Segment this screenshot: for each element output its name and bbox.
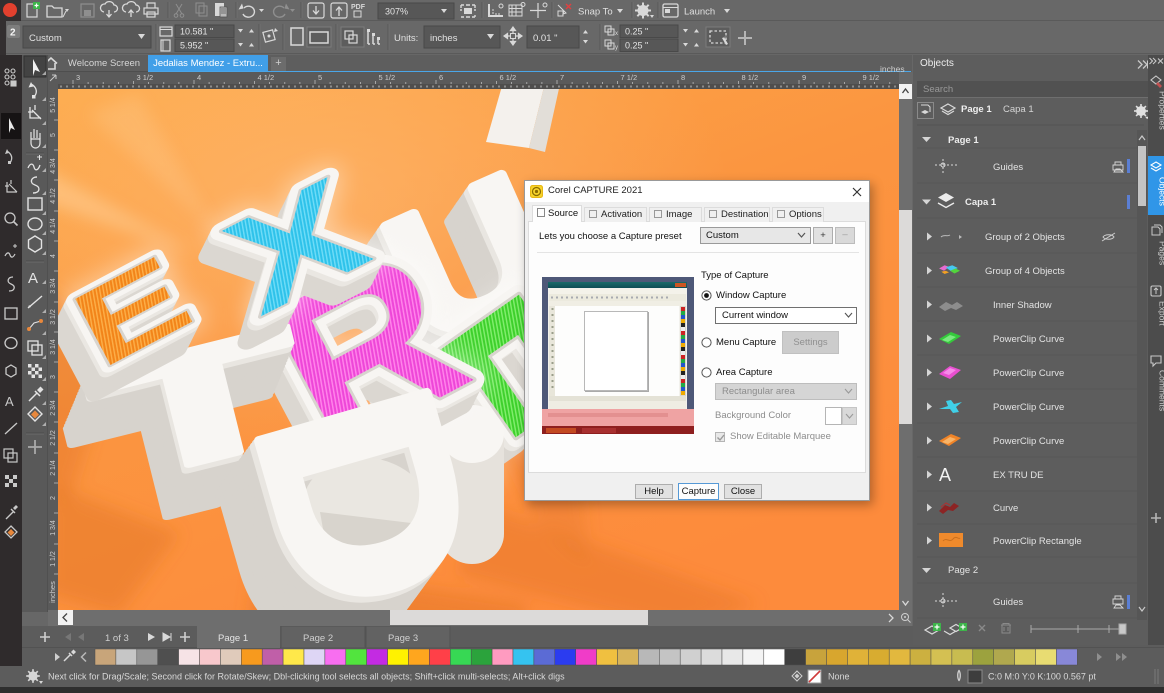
svg-text:7 1/2: 7 1/2 [621,73,638,82]
svg-text:5.952 ": 5.952 " [180,41,208,51]
svg-text:2 3/4: 2 3/4 [50,400,57,416]
svg-text:x: x [615,31,618,37]
svg-text:4 1/2: 4 1/2 [50,188,57,204]
svg-text:4 1/2: 4 1/2 [258,73,275,82]
svg-text:7: 7 [560,73,564,82]
svg-text:0.01 ": 0.01 " [533,33,558,44]
svg-text:5: 5 [318,73,322,82]
svg-text:6 1/2: 6 1/2 [500,73,517,82]
svg-text:Page 2: Page 2 [303,633,333,644]
svg-text:307%: 307% [385,7,408,17]
svg-text:Page 3: Page 3 [388,633,418,644]
svg-text:3 1/2: 3 1/2 [137,73,154,82]
svg-text:Comments: Comments [1158,370,1164,411]
svg-text:Units:: Units: [394,33,418,44]
svg-text:3 1/4: 3 1/4 [50,339,57,355]
svg-text:Page 1: Page 1 [218,633,248,644]
svg-text:Objects: Objects [1158,177,1164,206]
svg-text:1 3/4: 1 3/4 [50,520,57,536]
svg-text:Launch: Launch [684,7,715,18]
svg-text:A: A [939,465,951,485]
svg-text:None: None [828,672,850,682]
svg-text:PowerClip Curve: PowerClip Curve [993,334,1064,345]
svg-text:Inner Shadow: Inner Shadow [993,300,1052,311]
svg-text:Capa 1: Capa 1 [965,197,997,208]
svg-text:Custom: Custom [29,33,62,44]
svg-text:PowerClip Rectangle: PowerClip Rectangle [993,536,1082,547]
svg-text:10.581 ": 10.581 " [180,27,213,37]
svg-text:y: y [615,45,618,51]
svg-text:3 3/4: 3 3/4 [50,278,57,294]
svg-text:3 1/2: 3 1/2 [50,309,57,325]
svg-text:Next click for Drag/Scale; Sec: Next click for Drag/Scale; Second click … [48,672,565,682]
svg-text:3: 3 [76,73,80,82]
svg-text:0.25 ": 0.25 " [625,27,648,37]
svg-text:2 1/4: 2 1/4 [50,460,57,476]
svg-text:2 1/2: 2 1/2 [50,430,57,446]
svg-text:9: 9 [802,73,806,82]
svg-text:5: 5 [50,133,57,137]
svg-text:1 of 3: 1 of 3 [105,633,129,644]
svg-text:4 3/4: 4 3/4 [50,158,57,174]
svg-text:4 1/4: 4 1/4 [50,218,57,234]
svg-text:Properties: Properties [1158,91,1164,130]
svg-text:Page 2: Page 2 [948,565,978,576]
svg-text:C:0 M:0 Y:0 K:100 0.567 pt: C:0 M:0 Y:0 K:100 0.567 pt [988,672,1096,682]
svg-text:8 1/2: 8 1/2 [742,73,759,82]
svg-text:Guides: Guides [993,597,1023,608]
svg-text:0.25 ": 0.25 " [625,41,648,51]
svg-text:A: A [5,394,14,409]
svg-text:4: 4 [50,254,57,258]
svg-text:1 1/2: 1 1/2 [50,551,57,567]
svg-text:PowerClip Curve: PowerClip Curve [993,368,1064,379]
svg-text:inches: inches [48,581,57,603]
svg-text:Group of 4 Objects: Group of 4 Objects [985,266,1065,277]
svg-text:Export: Export [1158,301,1164,326]
svg-text:6: 6 [439,73,443,82]
svg-text:PowerClip Curve: PowerClip Curve [993,402,1064,413]
svg-text:Curve: Curve [993,503,1018,514]
svg-text:9 1/2: 9 1/2 [863,73,880,82]
svg-text:inches: inches [430,33,458,44]
svg-text:4: 4 [197,73,201,82]
svg-text:5 1/2: 5 1/2 [379,73,396,82]
svg-text:2: 2 [50,496,57,500]
svg-text:5 1/4: 5 1/4 [50,97,57,113]
svg-text:A: A [28,270,38,287]
svg-text:2: 2 [10,28,16,39]
svg-text:PDF: PDF [351,4,366,11]
svg-text:Group of 2 Objects: Group of 2 Objects [985,232,1065,243]
svg-text:Page 1: Page 1 [948,135,979,146]
svg-text:Guides: Guides [993,162,1023,173]
svg-text:PowerClip Curve: PowerClip Curve [993,436,1064,447]
svg-text:Pages: Pages [1158,241,1164,265]
svg-text:EX TRU DE: EX TRU DE [993,470,1044,481]
svg-text:3: 3 [50,375,57,379]
svg-text:Snap To: Snap To [578,7,613,18]
svg-text:8: 8 [681,73,685,82]
